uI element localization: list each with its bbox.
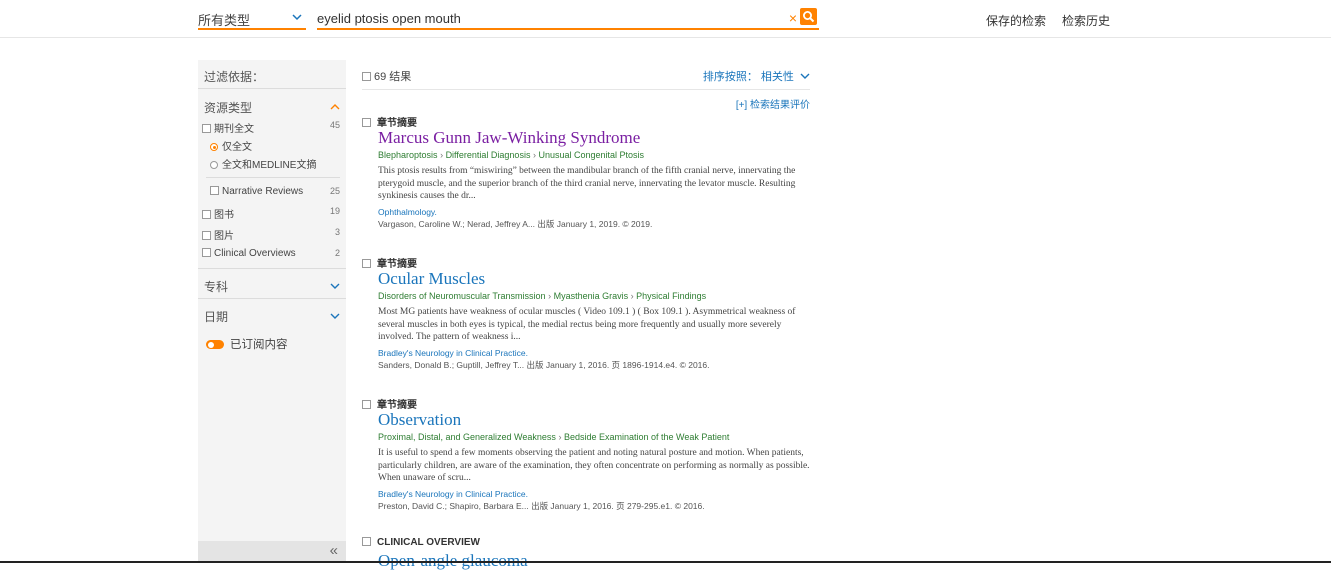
divider <box>198 88 346 89</box>
filter-count: 19 <box>329 206 340 216</box>
radio-button[interactable] <box>210 161 218 169</box>
top-bar: 所有类型 × 保存的检索 检索历史 <box>0 0 1331 38</box>
radio-button[interactable] <box>210 143 218 151</box>
sidebar-collapse-bar: « <box>198 541 346 563</box>
checkbox[interactable] <box>202 248 211 257</box>
clear-icon[interactable]: × <box>789 10 797 26</box>
result-snippet: This ptosis results from “miswiring” bet… <box>378 166 796 201</box>
subscribed-label: 已订阅内容 <box>230 339 288 351</box>
result-type: 章节摘要 <box>362 114 812 129</box>
filter-narrative-reviews[interactable]: Narrative Reviews 25 <box>210 186 340 202</box>
sort-dropdown[interactable]: 排序按照： 相关性 <box>703 68 810 84</box>
result-type: CLINICAL OVERVIEW <box>362 537 812 551</box>
type-select[interactable]: 所有类型 <box>198 8 306 30</box>
result-type-label: CLINICAL OVERVIEW <box>377 537 480 548</box>
subscribed-toggle[interactable]: 已订阅内容 <box>206 336 340 354</box>
result-title-link[interactable]: Observation <box>378 410 812 430</box>
date-heading[interactable]: 日期 <box>204 308 228 325</box>
result-checkbox[interactable] <box>362 537 371 546</box>
breadcrumb: Blepharoptosis › Differential Diagnosis … <box>378 148 812 162</box>
breadcrumb-item[interactable]: Blepharoptosis <box>378 150 438 160</box>
chevron-down-icon <box>800 73 810 79</box>
filter-label: Clinical Overviews <box>214 248 296 259</box>
select-all-checkbox[interactable] <box>362 72 371 81</box>
search-history-link[interactable]: 检索历史 <box>1062 12 1110 29</box>
evaluate-results-link[interactable]: [+] 检索结果评价 <box>736 96 810 111</box>
chevron-up-icon[interactable] <box>330 103 340 110</box>
results-header: 69 结果 排序按照： 相关性 [+] 检索结果评价 <box>362 66 810 111</box>
radio-label: 全文和MEDLINE文摘 <box>222 160 317 171</box>
result-meta: Vargason, Caroline W.; Nerad, Jeffrey A.… <box>378 218 653 229</box>
result-meta: Sanders, Donald B.; Guptill, Jeffrey T..… <box>378 359 710 370</box>
results-count-label: 69 结果 <box>374 71 412 83</box>
filter-count: 3 <box>334 227 340 237</box>
divider <box>198 298 346 299</box>
results-count: 69 结果 <box>362 68 411 84</box>
search-icon <box>803 11 815 23</box>
breadcrumb-item[interactable]: Myasthenia Gravis <box>554 291 629 301</box>
result-item: 章节摘要 Ocular Muscles Disorders of Neuromu… <box>362 255 812 371</box>
toggle-switch-icon[interactable] <box>206 340 224 349</box>
breadcrumb-item[interactable]: Disorders of Neuromuscular Transmission <box>378 291 546 301</box>
checkbox[interactable] <box>202 124 211 133</box>
divider <box>206 177 340 178</box>
filter-count: 45 <box>329 120 340 130</box>
chevron-down-icon[interactable] <box>330 313 340 320</box>
filter-label: Narrative Reviews <box>222 186 304 197</box>
result-snippet: Most MG patients have weakness of ocular… <box>378 307 796 342</box>
result-source-link[interactable]: Bradley's Neurology in Clinical Practice… <box>378 348 812 359</box>
breadcrumb-item[interactable]: Physical Findings <box>636 291 706 301</box>
breadcrumb-item[interactable]: Bedside Examination of the Weak Patient <box>564 432 729 442</box>
search-bar: × <box>317 8 819 30</box>
result-checkbox[interactable] <box>362 118 371 127</box>
result-source-link[interactable]: Bradley's Neurology in Clinical Practice… <box>378 489 812 500</box>
checkbox[interactable] <box>202 231 211 240</box>
sort-label: 排序按照： 相关性 <box>702 71 794 83</box>
search-input[interactable] <box>317 8 777 28</box>
result-title-link[interactable]: Ocular Muscles <box>378 269 812 289</box>
filter-title: 过滤依据： <box>204 70 265 84</box>
divider <box>198 268 346 269</box>
type-select-value: 所有类型 <box>198 13 251 28</box>
filter-count: 2 <box>334 248 340 258</box>
result-type: 章节摘要 <box>362 255 812 270</box>
filter-sidebar: 过滤依据： 资源类型 期刊全文 45 仅全文 全文和MEDLINE文摘 Narr… <box>198 60 346 563</box>
radio-fulltext-medline[interactable]: 全文和MEDLINE文摘 <box>210 156 340 172</box>
result-snippet: It is useful to spend a few moments obse… <box>378 448 810 483</box>
filter-label: 期刊全文 <box>214 124 254 135</box>
radio-fulltext-only[interactable]: 仅全文 <box>210 138 340 154</box>
result-title-link[interactable]: Marcus Gunn Jaw-Winking Syndrome <box>378 128 812 148</box>
result-item: CLINICAL OVERVIEW Open-angle glaucoma <box>362 537 812 571</box>
result-item: 章节摘要 Marcus Gunn Jaw-Winking Syndrome Bl… <box>362 114 812 230</box>
breadcrumb: Proximal, Distal, and Generalized Weakne… <box>378 430 812 444</box>
result-item: 章节摘要 Observation Proximal, Distal, and G… <box>362 396 812 512</box>
filter-label: 图片 <box>214 231 234 242</box>
filter-journal-fulltext[interactable]: 期刊全文 45 <box>202 120 340 136</box>
radio-label: 仅全文 <box>222 142 252 153</box>
chevron-down-icon[interactable] <box>330 283 340 290</box>
breadcrumb: Disorders of Neuromuscular Transmission … <box>378 289 812 303</box>
filter-label: 图书 <box>214 210 234 221</box>
filter-books[interactable]: 图书 19 <box>202 206 340 222</box>
result-meta: Preston, David C.; Shapiro, Barbara E...… <box>378 500 705 511</box>
filter-images[interactable]: 图片 3 <box>202 227 340 243</box>
collapse-sidebar-icon[interactable]: « <box>330 542 338 559</box>
chevron-down-icon <box>292 14 302 21</box>
breadcrumb-item[interactable]: Proximal, Distal, and Generalized Weakne… <box>378 432 556 442</box>
checkbox[interactable] <box>210 186 219 195</box>
resource-type-heading[interactable]: 资源类型 <box>204 99 252 116</box>
result-type: 章节摘要 <box>362 396 812 411</box>
saved-searches-link[interactable]: 保存的检索 <box>986 12 1046 29</box>
breadcrumb-item[interactable]: Unusual Congenital Ptosis <box>538 150 644 160</box>
filter-count: 25 <box>329 186 340 196</box>
result-source-link[interactable]: Ophthalmology. <box>378 207 812 218</box>
result-checkbox[interactable] <box>362 259 371 268</box>
breadcrumb-item[interactable]: Differential Diagnosis <box>446 150 531 160</box>
search-button[interactable] <box>800 8 817 25</box>
filter-clinical-overviews[interactable]: Clinical Overviews 2 <box>202 248 340 264</box>
checkbox[interactable] <box>202 210 211 219</box>
result-checkbox[interactable] <box>362 400 371 409</box>
specialty-heading[interactable]: 专科 <box>204 278 228 295</box>
